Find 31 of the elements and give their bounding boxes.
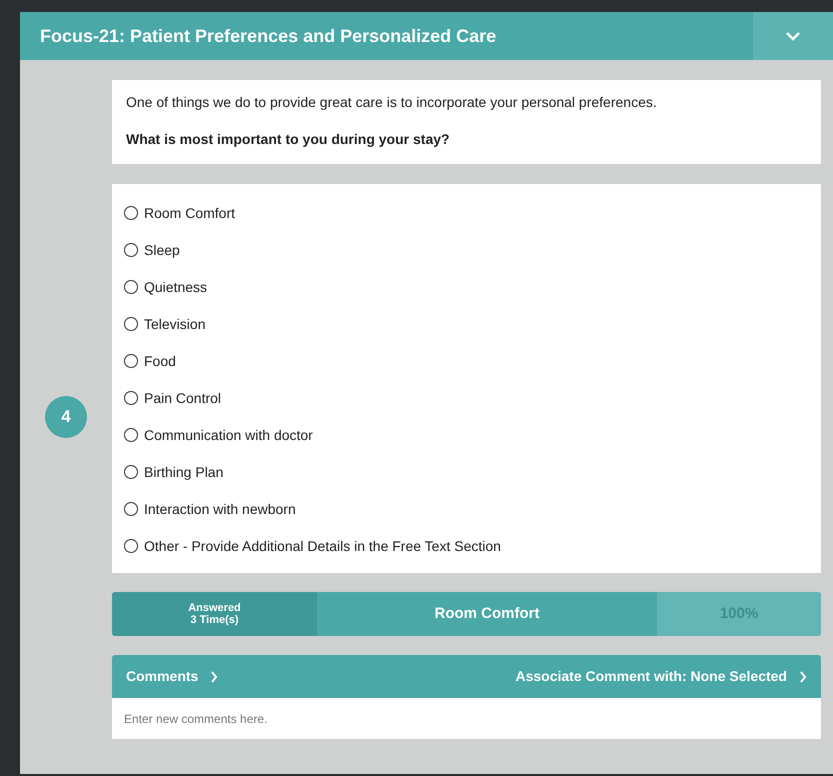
radio-option[interactable]: Television [124,313,809,335]
radio-button[interactable] [124,354,138,368]
radio-button[interactable] [124,206,138,220]
chevron-right-icon [210,670,218,682]
radio-button[interactable] [124,502,138,516]
question-text: What is most important to you during your stay? [126,130,451,149]
chevron-right-icon [799,670,807,682]
radio-option[interactable]: Room Comfort [124,202,809,224]
chevron-icon [785,31,801,41]
answered-count: Answered 3 Time(s) [112,592,317,636]
selected-answer: Room Comfort [434,604,540,624]
panel-title: Focus-21: Patient Preferences and Personalized Care [39,24,496,48]
question-number: 4 [45,396,87,438]
radio-button[interactable] [124,428,138,442]
radio-button[interactable] [124,391,138,405]
radio-option[interactable]: Interaction with newborn [124,498,809,520]
radio-option[interactable]: Food [124,350,809,372]
radio-option[interactable]: Birthing Plan [124,461,809,483]
radio-option[interactable]: Sleep [124,239,809,261]
radio-option[interactable]: Other - Provide Additional Details in the Free Text Section [124,535,809,557]
intro-text: One of things we do to provide great care is to incorporate your personal preferences. [126,93,658,112]
radio-button[interactable] [124,539,138,553]
radio-option[interactable]: Pain Control [124,387,809,409]
radio-option[interactable]: Quietness [124,276,809,298]
radio-button[interactable] [124,243,138,257]
radio-button[interactable] [124,465,138,479]
radio-button[interactable] [124,317,138,331]
radio-button[interactable] [124,280,138,294]
radio-option[interactable]: Communication with doctor [124,424,809,446]
collapse-toggle[interactable] [753,12,833,60]
comment-field[interactable]: Enter new comments here. [112,698,821,739]
